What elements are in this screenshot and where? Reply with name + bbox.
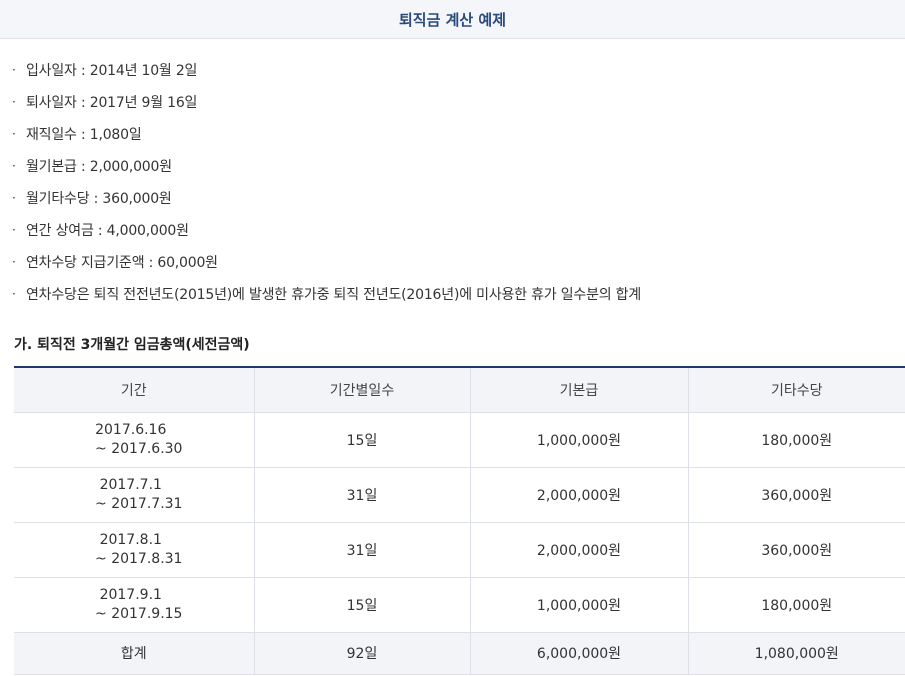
base-salary-cell: 2,000,000원 <box>470 467 689 523</box>
table-total-row: 합계 92일 6,000,000원 1,080,000원 <box>14 632 905 675</box>
bullet-icon: · <box>12 159 16 173</box>
total-other-allowance-cell: 1,080,000원 <box>688 632 905 675</box>
days-cell: 15일 <box>254 577 471 633</box>
bullet-icon: · <box>12 127 16 141</box>
bullet-icon: · <box>12 255 16 269</box>
period-start: 2017.6.16 <box>95 421 167 438</box>
info-list: · 입사일자 : 2014년 10월 2일 · 퇴사일자 : 2017년 9월 16… <box>12 54 641 310</box>
period-end: ~ 2017.6.30 <box>95 440 183 457</box>
other-allowance-cell: 360,000원 <box>688 467 905 523</box>
info-text: 연간 상여금 : 4,000,000원 <box>26 223 189 239</box>
total-label-cell: 합계 <box>14 632 255 675</box>
table-header-row: 기간 기간별일수 기본급 기타수당 <box>14 367 905 413</box>
period-cell: 2017.7.1 ~ 2017.7.31 <box>14 467 255 523</box>
period-cell: 2017.8.1 ~ 2017.8.31 <box>14 522 255 578</box>
section-title: 가. 퇴직전 3개월간 임금총액(세전금액) <box>14 337 250 353</box>
info-item-leave-allowance-note: · 연차수당은 퇴직 전전년도(2015년)에 발생한 휴가중 퇴직 전년도(20… <box>12 278 641 310</box>
period-end: ~ 2017.7.31 <box>95 495 183 512</box>
info-text: 퇴사일자 : 2017년 9월 16일 <box>26 95 198 111</box>
info-text: 입사일자 : 2014년 10월 2일 <box>26 63 198 79</box>
base-salary-cell: 2,000,000원 <box>470 522 689 578</box>
column-header-days: 기간별일수 <box>254 367 471 413</box>
info-text: 월기타수당 : 360,000원 <box>26 191 172 207</box>
other-allowance-cell: 180,000원 <box>688 577 905 633</box>
column-header-base-salary: 기본급 <box>470 367 689 413</box>
period-start: 2017.7.1 <box>99 476 162 493</box>
info-text: 월기본급 : 2,000,000원 <box>26 159 172 175</box>
bullet-icon: · <box>12 287 16 301</box>
info-item-leave-allowance-base: · 연차수당 지급기준액 : 60,000원 <box>12 246 641 278</box>
period-end: ~ 2017.9.15 <box>95 605 183 622</box>
info-item-base-salary: · 월기본급 : 2,000,000원 <box>12 150 641 182</box>
days-cell: 31일 <box>254 522 471 578</box>
wage-table: 기간 기간별일수 기본급 기타수당 2017.6.16 ~ 2017.6.30 … <box>14 366 905 675</box>
info-item-leave-date: · 퇴사일자 : 2017년 9월 16일 <box>12 86 641 118</box>
days-cell: 31일 <box>254 467 471 523</box>
bullet-icon: · <box>12 95 16 109</box>
info-item-annual-bonus: · 연간 상여금 : 4,000,000원 <box>12 214 641 246</box>
other-allowance-cell: 360,000원 <box>688 522 905 578</box>
page-header: 퇴직금 계산 예제 <box>0 0 905 39</box>
info-item-service-days: · 재직일수 : 1,080일 <box>12 118 641 150</box>
bullet-icon: · <box>12 191 16 205</box>
period-end: ~ 2017.8.31 <box>95 550 183 567</box>
period-cell: 2017.9.1 ~ 2017.9.15 <box>14 577 255 633</box>
period-start: 2017.9.1 <box>99 586 162 603</box>
total-days-cell: 92일 <box>254 632 471 675</box>
base-salary-cell: 1,000,000원 <box>470 577 689 633</box>
table-row: 2017.6.16 ~ 2017.6.30 15일 1,000,000원 180… <box>14 412 905 468</box>
page-title: 퇴직금 계산 예제 <box>398 10 507 29</box>
info-text: 연차수당 지급기준액 : 60,000원 <box>26 255 218 271</box>
table-row: 2017.9.1 ~ 2017.9.15 15일 1,000,000원 180,… <box>14 577 905 633</box>
info-item-join-date: · 입사일자 : 2014년 10월 2일 <box>12 54 641 86</box>
table-row: 2017.7.1 ~ 2017.7.31 31일 2,000,000원 360,… <box>14 467 905 523</box>
total-base-salary-cell: 6,000,000원 <box>470 632 689 675</box>
table-row: 2017.8.1 ~ 2017.8.31 31일 2,000,000원 360,… <box>14 522 905 578</box>
info-item-other-allowance: · 월기타수당 : 360,000원 <box>12 182 641 214</box>
period-cell: 2017.6.16 ~ 2017.6.30 <box>14 412 255 468</box>
period-start: 2017.8.1 <box>99 531 162 548</box>
column-header-other-allowance: 기타수당 <box>688 367 905 413</box>
info-text: 재직일수 : 1,080일 <box>26 127 142 143</box>
days-cell: 15일 <box>254 412 471 468</box>
column-header-period: 기간 <box>14 367 255 413</box>
info-text: 연차수당은 퇴직 전전년도(2015년)에 발생한 휴가중 퇴직 전년도(201… <box>26 287 642 303</box>
bullet-icon: · <box>12 223 16 237</box>
other-allowance-cell: 180,000원 <box>688 412 905 468</box>
bullet-icon: · <box>12 63 16 77</box>
base-salary-cell: 1,000,000원 <box>470 412 689 468</box>
